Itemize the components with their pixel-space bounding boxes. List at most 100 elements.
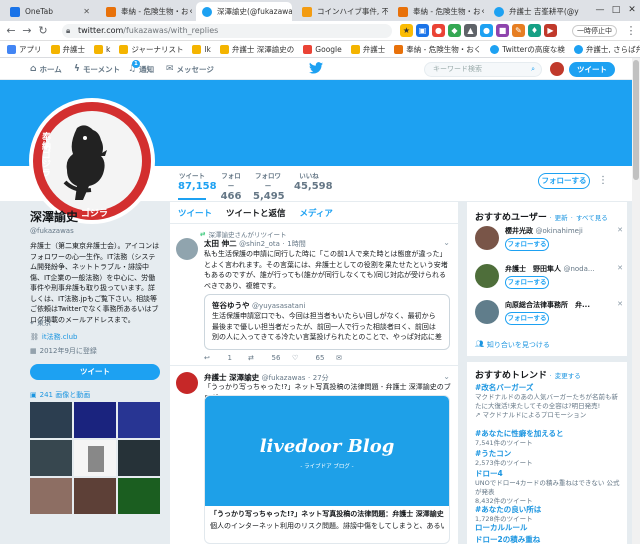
dismiss-icon[interactable]: ✕: [617, 264, 623, 272]
bookmark-item[interactable]: アプリ: [4, 44, 45, 55]
extension-icon[interactable]: ✎: [512, 24, 525, 37]
extension-icon[interactable]: ●: [432, 24, 445, 37]
sync-paused-button[interactable]: 一時停止中: [572, 25, 617, 37]
bookmark-item[interactable]: 弁護士: [348, 44, 389, 55]
tab-media[interactable]: メディア: [300, 207, 333, 219]
tweet-author-handle[interactable]: @shin2_ota: [239, 240, 280, 248]
minimize-icon[interactable]: —: [592, 0, 608, 21]
refresh-link[interactable]: 更新: [555, 214, 568, 222]
stat-followers[interactable]: フォロワー 5,495: [253, 170, 285, 202]
bookmark-item[interactable]: Google: [300, 44, 344, 54]
quoted-tweet[interactable]: 笹谷ゆうや @yuyasasatani 生活保護申請窓口でも、今回は担当者もいた…: [204, 294, 450, 350]
browser-tab-active[interactable]: 深澤諭史(@fukazawa ✕: [196, 2, 292, 21]
media-thumbnail[interactable]: [74, 402, 116, 438]
extension-icon[interactable]: ◆: [448, 24, 461, 37]
close-tab-icon[interactable]: ✕: [83, 7, 90, 16]
menu-icon[interactable]: ⋮: [624, 24, 638, 38]
suggested-user[interactable]: 向原総合法律事務所 弁... フォローする ✕: [475, 300, 623, 336]
bookmark-item[interactable]: 弁護士, さらば弁護士: [571, 44, 640, 55]
tweet-avatar[interactable]: [176, 238, 198, 260]
browser-tab[interactable]: OneTab ✕: [4, 2, 96, 21]
nav-home[interactable]: ⌂ ホーム: [30, 58, 62, 80]
compose-tweet-button[interactable]: ツイート: [569, 62, 615, 77]
user-name[interactable]: 櫻井光政 @okinahimeji: [505, 226, 623, 236]
follow-user-button[interactable]: フォローする: [505, 312, 549, 325]
media-thumbnail[interactable]: [118, 440, 160, 476]
trend-item[interactable]: ローカルルール: [475, 522, 623, 533]
more-options-icon[interactable]: ⋮: [598, 175, 608, 186]
view-all-link[interactable]: すべて見る: [576, 214, 608, 222]
nav-messages[interactable]: ✉ メッセージ: [166, 58, 214, 80]
chevron-down-icon[interactable]: ⌄: [443, 372, 450, 381]
extension-icon[interactable]: ▶: [544, 24, 557, 37]
search-icon[interactable]: ⌕: [531, 63, 535, 76]
close-window-icon[interactable]: ✕: [624, 0, 640, 21]
media-thumbnail[interactable]: [30, 402, 72, 438]
extension-icon[interactable]: ■: [496, 24, 509, 37]
scrollbar-thumb[interactable]: [633, 60, 639, 180]
stat-tweets[interactable]: ツイート 87,158: [178, 170, 217, 200]
trend-item[interactable]: ドロー4 UNOでドロー4カードの積み重ねはできない 公式が発表 8,432件の…: [475, 468, 623, 506]
tweet[interactable]: 弁護士 深澤諭史 @fukazawas · 27分 ⌄ 「うっかり写っちゃった!…: [170, 366, 458, 544]
reload-icon[interactable]: ↻: [36, 24, 50, 38]
extension-icon[interactable]: ▲: [464, 24, 477, 37]
profile-handle[interactable]: @fukazawas: [30, 227, 74, 235]
change-trends-link[interactable]: 変更する: [555, 372, 581, 380]
bookmark-item[interactable]: 奉納 - 危険生物・おく: [391, 44, 484, 55]
tweet[interactable]: ⇄ 深澤諭史さんがリツイート 太田 伸二 @shin2_ota · 1時間 ⌄ …: [170, 224, 458, 366]
tweet-time[interactable]: 27分: [313, 374, 329, 382]
address-bar[interactable]: 🔒︎ twitter.com/fukazawas/with_replies: [62, 24, 392, 38]
nav-notifications[interactable]: ♫ 1 通知: [128, 58, 154, 80]
dismiss-icon[interactable]: ✕: [617, 300, 623, 308]
twitter-search-input[interactable]: キーワード検索 ⌕: [424, 62, 542, 77]
follow-user-button[interactable]: フォローする: [505, 238, 549, 251]
star-icon[interactable]: ★: [400, 24, 413, 37]
browser-tab[interactable]: 奉納 - 危険生物・おく ✕: [392, 2, 484, 21]
profile-tweet-button[interactable]: ツイート: [30, 364, 160, 380]
bookmark-item[interactable]: Twitterの高度な検: [487, 44, 568, 55]
tweet-time[interactable]: 1時間: [287, 240, 305, 248]
browser-tab[interactable]: 奉納 - 危険生物・おく ✕: [100, 2, 192, 21]
stat-likes[interactable]: いいね 45,598: [294, 170, 333, 192]
suggested-user[interactable]: 弁護士 野田隼人 @noda... フォローする ✕: [475, 264, 623, 300]
media-thumbnail[interactable]: [74, 440, 116, 476]
chevron-down-icon[interactable]: ⌄: [443, 238, 450, 247]
user-avatar[interactable]: [475, 264, 499, 288]
dismiss-icon[interactable]: ✕: [617, 226, 623, 234]
tweet-author-handle[interactable]: @fukazawas: [262, 374, 306, 382]
bookmark-item[interactable]: k: [91, 44, 113, 54]
bookmark-item[interactable]: lk: [189, 44, 213, 54]
reply-action[interactable]: ↩ 1: [204, 354, 248, 362]
bookmark-item[interactable]: 弁護士: [48, 44, 89, 55]
tweet-author-name[interactable]: 太田 伸二: [204, 239, 237, 248]
media-thumbnail[interactable]: [30, 440, 72, 476]
user-name[interactable]: 弁護士 野田隼人 @noda...: [505, 264, 623, 274]
media-thumbnail[interactable]: [118, 478, 160, 514]
retweet-action[interactable]: ⇄ 56: [248, 354, 292, 362]
profile-avatar[interactable]: 奉納ゴジラ ゴジラ: [29, 98, 155, 224]
tweet-avatar[interactable]: [176, 372, 198, 394]
trend-item[interactable]: #あなたに性癖を加えると 7,541件のツイート: [475, 428, 623, 448]
bookmark-item[interactable]: ジャーナリスト: [116, 44, 186, 55]
profile-name[interactable]: 深澤諭史: [30, 208, 78, 225]
media-thumbnail[interactable]: [74, 478, 116, 514]
message-action[interactable]: ✉: [336, 354, 380, 362]
maximize-icon[interactable]: □: [608, 0, 624, 21]
tab-tweets-and-replies[interactable]: ツイートと返信: [226, 207, 286, 219]
website-link[interactable]: it法務.club: [42, 332, 78, 342]
bookmark-item[interactable]: 弁護士 深澤諭史の: [217, 44, 297, 55]
tab-tweets[interactable]: ツイート: [178, 207, 212, 219]
extension-icon[interactable]: ♦: [528, 24, 541, 37]
suggested-user[interactable]: 櫻井光政 @okinahimeji フォローする ✕: [475, 226, 623, 262]
nav-moments[interactable]: ϟ モーメント: [74, 58, 120, 80]
media-header[interactable]: ▣ 241 画像と動画: [30, 390, 90, 400]
find-friends-link[interactable]: 👥︎ 知り合いを見つける: [475, 340, 550, 350]
twitter-logo-icon[interactable]: [309, 62, 323, 78]
stat-following[interactable]: フォロー 466: [220, 170, 242, 202]
browser-tab[interactable]: コインハイブ事件, 不 ✕: [296, 2, 388, 21]
browser-tab[interactable]: 弁護士 吉峯耕平(@y ✕: [488, 2, 580, 21]
trend-item[interactable]: #うたコン 2,573件のツイート: [475, 448, 623, 468]
extension-icon[interactable]: ▣: [416, 24, 429, 37]
follow-user-button[interactable]: フォローする: [505, 276, 549, 289]
trend-item[interactable]: ドロー2の積み重ね: [475, 534, 623, 544]
